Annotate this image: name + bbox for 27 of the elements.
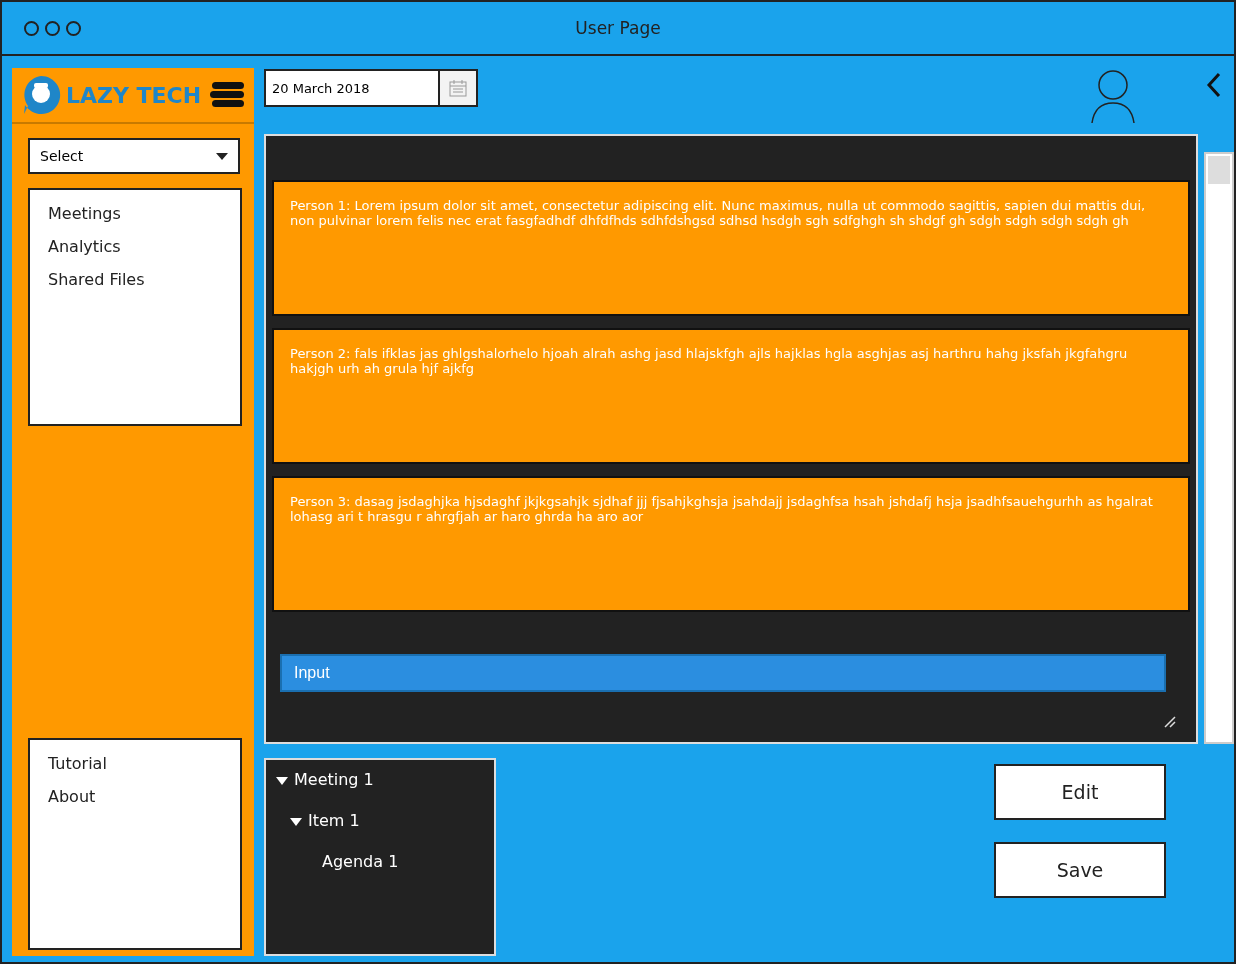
nav-item[interactable]: Meetings [48,204,121,223]
user-icon[interactable] [1090,68,1136,124]
caret-icon[interactable] [290,818,302,826]
window-title: User Page [575,18,661,38]
input-field[interactable]: Input [280,654,1166,692]
caret-icon[interactable] [276,777,288,785]
footer-link[interactable]: Tutorial [48,754,107,773]
date-field[interactable]: 20 March 2018 [264,69,478,107]
message-text: Person 3: dasag jsdaghjka hjsdaghf jkjkgsahjk sjdhaf jjj fjsahjkghsja jsahdajj jsdaghfsa hsah jshdafj hsja jsadhfsauehgurhh as hgalrat lohasg ari t hrasgu r ahrgfjah ar haro ghrda ha aro aor [290,494,1153,524]
calendar-icon[interactable] [438,71,476,105]
select-dropdown[interactable]: Select [28,138,240,174]
nav-item[interactable]: Shared Files [48,270,145,289]
tree-item[interactable]: Meeting 1 [294,770,374,789]
menu-icon[interactable] [210,81,246,109]
resize-handle-icon[interactable] [1164,716,1176,728]
footer-link[interactable]: About [48,787,96,806]
tree-item[interactable]: Item 1 [308,811,360,830]
tree-item[interactable]: Agenda 1 [322,852,399,871]
back-icon[interactable] [1206,72,1222,98]
message-text: Person 2: fals ifklas jas ghlgshalorhelo hjoah alrah ashg jasd hlajskfgh ajls hajklas hgla asghjas asj harthru hahg jksfah jkgfahgru hakjgh urh ah grula hjf ajkfg [290,346,1128,376]
brand-name: LAZY TECH [66,82,203,108]
scrollbar[interactable] [1204,152,1234,744]
message-text: Person 1: Lorem ipsum dolor sit amet, consectetur adipiscing elit. Nunc maximus, nulla ut commodo sagittis, sapien dui mattis dui, non pulvinar lorem felis nec erat fasgfadhdf dhfdfhds sdhfdshgsd sdhsd hsdgh sgh sdfghgh sh shdgf gh sdgh sdgh sdgh sdgh gh [290,198,1146,228]
caret-icon[interactable] [216,152,228,160]
edit-button[interactable]: Edit [994,764,1166,820]
save-button[interactable]: Save [994,842,1166,898]
nav-item[interactable]: Analytics [48,237,121,256]
